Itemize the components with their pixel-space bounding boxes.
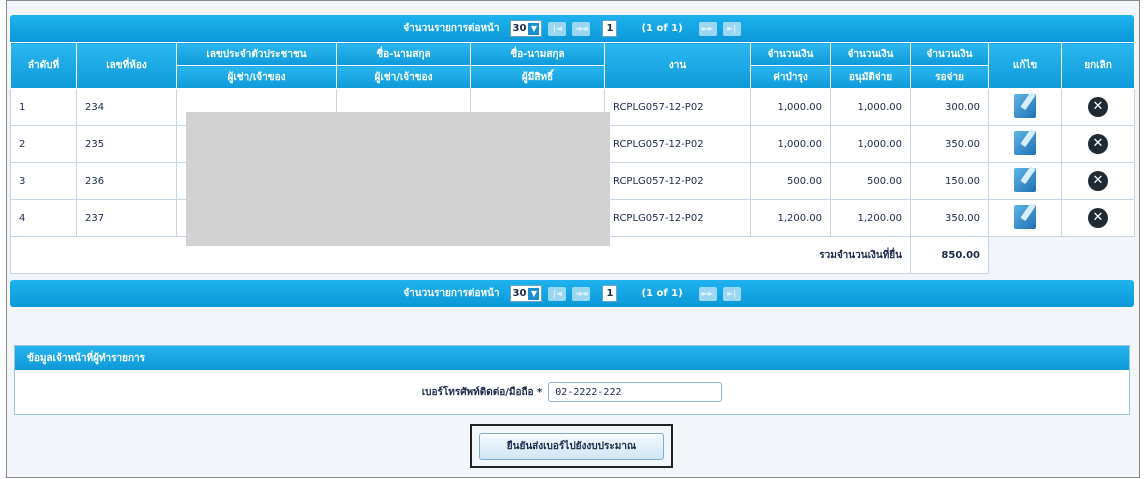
cell-delete: ✕ [1061, 199, 1135, 237]
rows-per-page-label: จำนวนรายการต่อหน้า [403, 288, 500, 299]
cell-room: 235 [76, 125, 177, 163]
header-amt1-bottom: ค่าบำรุง [750, 65, 831, 89]
header-amt2-bottom: อนุมัติจ่าย [830, 65, 911, 89]
cell-amt3: 150.00 [910, 162, 989, 200]
prev-page-button[interactable]: ◄◄ [572, 286, 591, 301]
edit-icon[interactable] [1014, 167, 1036, 192]
header-index: ลำดับที่ [10, 42, 77, 89]
pager-top: จำนวนรายการต่อหน้า 30 ▼ |◄ ◄◄ 1 (1 of 1) … [10, 15, 1134, 42]
contact-panel: ข้อมูลเจ้าหน้าที่ผู้ทำรายการ เบอร์โทรศัพ… [14, 345, 1130, 415]
cell-room: 234 [76, 88, 177, 126]
cell-amt1: 500.00 [750, 162, 831, 200]
edit-icon[interactable] [1014, 130, 1036, 155]
cell-code: RCPLG057-12-P02 [604, 125, 751, 163]
current-page[interactable]: 1 [602, 20, 618, 37]
cell-index: 3 [10, 162, 77, 200]
cell-amt3: 300.00 [910, 88, 989, 126]
header-amt1-top: จำนวนเงิน [750, 42, 831, 66]
submit-highlight: ยืนยันส่งเบอร์ไปยังงบประมาณ [470, 424, 673, 468]
cell-delete: ✕ [1061, 125, 1135, 163]
first-page-button[interactable]: |◄ [548, 21, 567, 36]
header-name-bottom: ผู้เช่า/เจ้าของ [336, 65, 471, 89]
total-empty [988, 236, 1135, 274]
header-amt2-top: จำนวนเงิน [830, 42, 911, 66]
cell-edit [988, 88, 1062, 126]
pager-bottom: จำนวนรายการต่อหน้า 30 ▼ |◄ ◄◄ 1 (1 of 1) … [10, 280, 1134, 307]
header-id-top: เลขประจำตัวประชาชน [176, 42, 337, 66]
cell-room: 236 [76, 162, 177, 200]
first-page-button[interactable]: |◄ [548, 286, 567, 301]
cell-amt3: 350.00 [910, 125, 989, 163]
cell-amt2: 1,200.00 [830, 199, 911, 237]
rows-per-page-value: 30 [512, 23, 527, 34]
last-page-button[interactable]: ►| [722, 286, 741, 301]
cell-room: 237 [76, 199, 177, 237]
chevron-down-icon: ▼ [528, 22, 540, 35]
edit-icon[interactable] [1014, 93, 1036, 118]
submit-button[interactable]: ยืนยันส่งเบอร์ไปยังงบประมาณ [479, 432, 664, 460]
next-page-button[interactable]: ►► [698, 286, 717, 301]
close-icon[interactable]: ✕ [1088, 208, 1108, 228]
next-page-button[interactable]: ►► [698, 21, 717, 36]
phone-row: เบอร์โทรศัพท์ติดต่อ/มือถือ * [15, 382, 1129, 402]
phone-label: เบอร์โทรศัพท์ติดต่อ/มือถือ * [421, 386, 543, 398]
cell-amt2: 500.00 [830, 162, 911, 200]
page-info: (1 of 1) [641, 23, 683, 34]
header-room: เลขที่ห้อง [76, 42, 177, 89]
cell-amt1: 1,000.00 [750, 88, 831, 126]
redacted-area [186, 112, 610, 246]
edit-icon[interactable] [1014, 204, 1036, 229]
header-name2-bottom: ผู้มีสิทธิ์ [470, 65, 605, 89]
current-page[interactable]: 1 [602, 285, 618, 302]
cell-edit [988, 125, 1062, 163]
cell-amt2: 1,000.00 [830, 88, 911, 126]
page-info: (1 of 1) [641, 288, 683, 299]
last-page-button[interactable]: ►| [722, 21, 741, 36]
header-amt3-top: จำนวนเงิน [910, 42, 989, 66]
close-icon[interactable]: ✕ [1088, 171, 1108, 191]
rows-per-page-select[interactable]: 30 ▼ [509, 20, 543, 37]
cell-code: RCPLG057-12-P02 [604, 199, 751, 237]
cell-amt1: 1,000.00 [750, 125, 831, 163]
header-delete: ยกเลิก [1061, 42, 1135, 89]
cell-amt3: 350.00 [910, 199, 989, 237]
header-code: งาน [604, 42, 751, 89]
rows-per-page-select[interactable]: 30 ▼ [509, 285, 543, 302]
close-icon[interactable]: ✕ [1088, 134, 1108, 154]
cell-delete: ✕ [1061, 162, 1135, 200]
cell-edit [988, 199, 1062, 237]
panel-title: ข้อมูลเจ้าหน้าที่ผู้ทำรายการ [15, 346, 1129, 370]
cell-index: 2 [10, 125, 77, 163]
header-name-top: ชื่อ-นามสกุล [336, 42, 471, 66]
cell-amt2: 1,000.00 [830, 125, 911, 163]
prev-page-button[interactable]: ◄◄ [572, 21, 591, 36]
rows-per-page-value: 30 [512, 288, 527, 299]
cell-index: 1 [10, 88, 77, 126]
close-icon[interactable]: ✕ [1088, 97, 1108, 117]
rows-per-page-label: จำนวนรายการต่อหน้า [403, 23, 500, 34]
cell-delete: ✕ [1061, 88, 1135, 126]
cell-amt1: 1,200.00 [750, 199, 831, 237]
cell-code: RCPLG057-12-P02 [604, 88, 751, 126]
phone-input[interactable] [548, 382, 723, 402]
cell-index: 4 [10, 199, 77, 237]
cell-edit [988, 162, 1062, 200]
chevron-down-icon: ▼ [528, 287, 540, 300]
cell-code: RCPLG057-12-P02 [604, 162, 751, 200]
header-edit: แก้ไข [988, 42, 1062, 89]
total-value: 850.00 [910, 236, 989, 274]
header-amt3-bottom: รอจ่าย [910, 65, 989, 89]
header-id-bottom: ผู้เช่า/เจ้าของ [176, 65, 337, 89]
header-name2-top: ชื่อ-นามสกุล [470, 42, 605, 66]
